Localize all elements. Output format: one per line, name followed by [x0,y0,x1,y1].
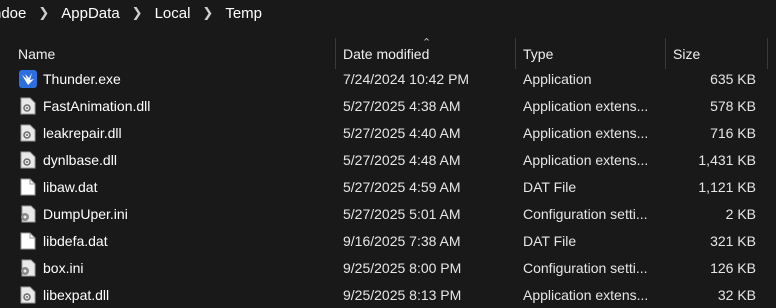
file-type: Application extens... [523,286,649,303]
breadcrumb-item-temp[interactable]: Temp [223,5,264,22]
file-date-modified: 7/24/2024 10:42 PM [343,70,470,87]
file-row-leakrepair-dll[interactable]: leakrepair.dll 5/27/2025 4:40 AM Applica… [0,119,776,146]
dll-file-icon [18,119,38,146]
dat-file-icon [18,227,38,254]
chevron-right-icon[interactable]: ❯ [202,5,213,21]
breadcrumb-item-appdata[interactable]: AppData [59,5,121,22]
file-size: 32 KB [717,286,756,303]
chevron-right-icon[interactable]: ❯ [132,5,143,21]
file-size: 578 KB [710,97,756,114]
file-date-modified: 5/27/2025 4:38 AM [343,97,461,114]
file-name: box.ini [43,259,84,276]
file-name: FastAnimation.dll [43,97,151,114]
file-row-libexpat-dll[interactable]: libexpat.dll 9/25/2025 8:13 PM Applicati… [0,281,776,308]
ini-file-icon [18,254,38,281]
file-type: DAT File [523,232,577,249]
breadcrumb: ndoe ❯ AppData ❯ Local ❯ Temp [0,0,776,26]
file-size: 1,121 KB [698,178,756,195]
file-name: leakrepair.dll [43,124,122,141]
file-type: Configuration setti... [523,259,648,276]
file-type: Configuration setti... [523,205,648,222]
breadcrumb-item-local[interactable]: Local [153,5,193,22]
file-type: DAT File [523,178,577,195]
file-row-fastanimation-dll[interactable]: FastAnimation.dll 5/27/2025 4:38 AM Appl… [0,92,776,119]
file-name: libexpat.dll [43,286,110,303]
file-name: Thunder.exe [43,70,121,87]
file-type: Application [523,70,592,87]
file-size: 126 KB [710,259,756,276]
column-header-name-label: Name [18,45,56,62]
file-size: 321 KB [710,232,756,249]
column-header-type-label: Type [523,45,554,62]
dll-file-icon [18,281,38,308]
file-name: dynlbase.dll [43,151,117,168]
file-date-modified: 9/25/2025 8:13 PM [343,286,462,303]
file-list: Thunder.exe 7/24/2024 10:42 PM Applicati… [0,65,776,308]
file-name: libaw.dat [43,178,98,195]
breadcrumb-item-user[interactable]: ndoe [0,5,28,22]
file-row-dumpuper-ini[interactable]: DumpUper.ini 5/27/2025 5:01 AM Configura… [0,200,776,227]
file-date-modified: 9/25/2025 8:00 PM [343,259,462,276]
file-row-thunder-exe[interactable]: Thunder.exe 7/24/2024 10:42 PM Applicati… [0,65,776,92]
file-date-modified: 9/16/2025 7:38 AM [343,232,461,249]
file-type: Application extens... [523,97,649,114]
dll-file-icon [18,146,38,173]
file-type: Application extens... [523,124,649,141]
file-size: 1,431 KB [698,151,756,168]
file-name: libdefa.dat [43,232,108,249]
column-header-size-label: Size [673,45,701,62]
dat-file-icon [18,173,38,200]
file-size: 635 KB [710,70,756,87]
thunder-app-icon [18,65,38,92]
file-name: DumpUper.ini [43,205,128,222]
file-date-modified: 5/27/2025 5:01 AM [343,205,461,222]
file-row-libdefa-dat[interactable]: libdefa.dat 9/16/2025 7:38 AM DAT File 3… [0,227,776,254]
dll-file-icon [18,92,38,119]
file-date-modified: 5/27/2025 4:40 AM [343,124,461,141]
file-date-modified: 5/27/2025 4:59 AM [343,178,461,195]
file-size: 716 KB [710,124,756,141]
file-row-box-ini[interactable]: box.ini 9/25/2025 8:00 PM Configuration … [0,254,776,281]
file-row-dynlbase-dll[interactable]: dynlbase.dll 5/27/2025 4:48 AM Applicati… [0,146,776,173]
column-header-date-label: Date modified [343,45,430,62]
file-type: Application extens... [523,151,649,168]
ini-file-icon [18,200,38,227]
chevron-right-icon[interactable]: ❯ [38,5,49,21]
file-date-modified: 5/27/2025 4:48 AM [343,151,461,168]
file-size: 2 KB [725,205,756,222]
file-row-libaw-dat[interactable]: libaw.dat 5/27/2025 4:59 AM DAT File 1,1… [0,173,776,200]
